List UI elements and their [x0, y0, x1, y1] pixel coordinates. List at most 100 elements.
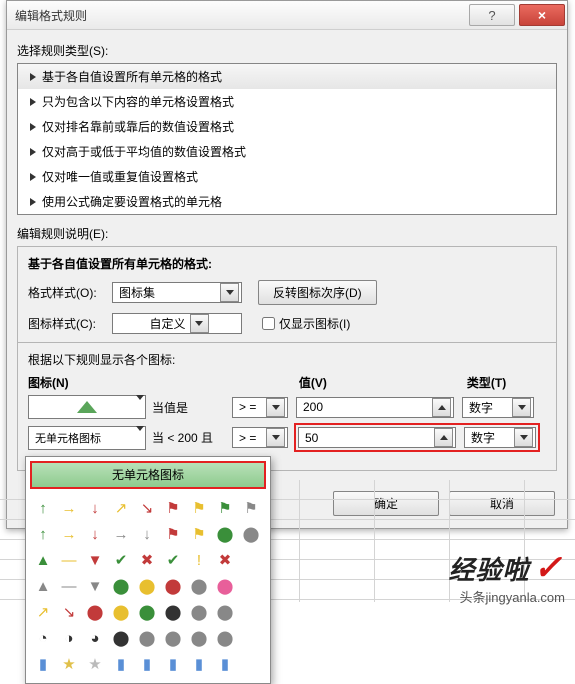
chevron-down-icon	[512, 398, 531, 417]
palette-icon[interactable]: ▮	[214, 653, 236, 675]
palette-icon[interactable]: ↗	[110, 497, 132, 519]
palette-icon[interactable]: ✔	[110, 549, 132, 571]
palette-icon[interactable]: ⬤	[136, 575, 158, 597]
palette-icon[interactable]: ★	[84, 653, 106, 675]
triangle-right-icon	[30, 148, 36, 156]
palette-icon[interactable]: ⬤	[162, 575, 184, 597]
palette-icon[interactable]: ▮	[32, 653, 54, 675]
icon-select-combo[interactable]: 无单元格图标	[28, 426, 146, 450]
rule-type-item[interactable]: 仅对排名靠前或靠后的数值设置格式	[18, 114, 556, 139]
help-button[interactable]: ?	[469, 4, 515, 26]
range-picker-icon[interactable]	[434, 428, 453, 447]
triangle-right-icon	[30, 198, 36, 206]
palette-icon[interactable]: ✖	[136, 549, 158, 571]
palette-icon[interactable]: ⬤	[110, 601, 132, 623]
palette-icon[interactable]: ↘	[58, 601, 80, 623]
palette-icon[interactable]: ▼	[84, 549, 106, 571]
close-button[interactable]: ×	[519, 4, 565, 26]
operator-combo[interactable]: > =	[232, 397, 288, 418]
palette-icon[interactable]	[240, 549, 262, 571]
type-combo[interactable]: 数字	[462, 397, 534, 418]
icon-palette-grid: ↑→↓↗↘⚑⚑⚑⚑↑→↓→↓⚑⚑⬤⬤▲—▼✔✖✔!✖▲—▼⬤⬤⬤⬤⬤↗↘⬤⬤⬤⬤…	[26, 493, 270, 683]
palette-icon[interactable]: →	[58, 497, 80, 519]
reverse-icon-order-button[interactable]: 反转图标次序(D)	[258, 280, 377, 305]
palette-icon[interactable]: ⬤	[214, 523, 236, 545]
rule-type-item[interactable]: 只为包含以下内容的单元格设置格式	[18, 89, 556, 114]
type-combo[interactable]: 数字	[464, 427, 536, 448]
palette-icon[interactable]: ↘	[136, 497, 158, 519]
rule-type-item[interactable]: 仅对唯一值或重复值设置格式	[18, 164, 556, 189]
rule-type-item[interactable]: 使用公式确定要设置格式的单元格	[18, 189, 556, 214]
palette-icon[interactable]: ◑	[58, 627, 80, 649]
palette-icon[interactable]: ⬤	[110, 627, 132, 649]
show-only-icon-checkbox[interactable]: 仅显示图标(I)	[258, 314, 350, 333]
palette-icon[interactable]: ◔	[32, 627, 54, 649]
palette-icon[interactable]: ▮	[162, 653, 184, 675]
format-style-combo[interactable]: 图标集	[112, 282, 242, 303]
value-input[interactable]: 50	[298, 427, 456, 448]
palette-icon[interactable]: —	[58, 549, 80, 571]
palette-icon[interactable]: ⬤	[136, 601, 158, 623]
value-input[interactable]: 200	[296, 397, 454, 418]
palette-icon[interactable]: ↓	[84, 497, 106, 519]
palette-icon[interactable]: →	[110, 523, 132, 545]
palette-icon[interactable]: ⬤	[162, 627, 184, 649]
condition-text: 当值是	[146, 399, 232, 416]
palette-icon[interactable]: ⬤	[110, 575, 132, 597]
palette-icon[interactable]: ⬤	[188, 601, 210, 623]
palette-icon[interactable]: ↗	[32, 601, 54, 623]
range-picker-icon[interactable]	[432, 398, 451, 417]
palette-icon[interactable]: ⚑	[162, 497, 184, 519]
palette-icon[interactable]: ⬤	[84, 601, 106, 623]
palette-icon[interactable]: ↑	[32, 497, 54, 519]
palette-icon[interactable]: ▲	[32, 575, 54, 597]
palette-icon[interactable]: ⬤	[214, 601, 236, 623]
rule-description-group: 基于各自值设置所有单元格的格式: 格式样式(O): 图标集 反转图标次序(D) …	[17, 246, 557, 471]
palette-icon[interactable]: →	[58, 523, 80, 545]
icon-rule-headers: 图标(N) 值(V) 类型(T)	[28, 374, 546, 391]
palette-icon[interactable]: ✖	[214, 549, 236, 571]
palette-icon[interactable]: ▲	[32, 549, 54, 571]
palette-icon[interactable]	[240, 575, 262, 597]
rule-type-list[interactable]: 基于各自值设置所有单元格的格式 只为包含以下内容的单元格设置格式 仅对排名靠前或…	[17, 63, 557, 215]
palette-icon[interactable]: ⬤	[136, 627, 158, 649]
chevron-down-icon	[266, 428, 285, 447]
palette-icon[interactable]: ⬤	[214, 575, 236, 597]
palette-icon[interactable]: ▮	[188, 653, 210, 675]
show-only-icon-input[interactable]	[262, 317, 275, 330]
palette-icon[interactable]: !	[188, 549, 210, 571]
palette-icon[interactable]: ⬤	[188, 575, 210, 597]
palette-icon[interactable]: ⚑	[240, 497, 262, 519]
palette-icon[interactable]: ✔	[162, 549, 184, 571]
palette-icon[interactable]	[240, 653, 262, 675]
palette-icon[interactable]: —	[58, 575, 80, 597]
palette-icon[interactable]: ▼	[84, 575, 106, 597]
palette-icon[interactable]	[240, 627, 262, 649]
palette-icon[interactable]: ⚑	[188, 497, 210, 519]
palette-icon[interactable]: ⚑	[214, 497, 236, 519]
icon-style-combo[interactable]: 自定义	[112, 313, 242, 334]
rule-type-item[interactable]: 基于各自值设置所有单元格的格式	[18, 64, 556, 89]
palette-icon[interactable]: ▮	[110, 653, 132, 675]
palette-icon[interactable]: ⬤	[214, 627, 236, 649]
palette-icon[interactable]: ◕	[84, 627, 106, 649]
palette-icon[interactable]: ★	[58, 653, 80, 675]
palette-icon[interactable]: ⚑	[162, 523, 184, 545]
rule-type-item[interactable]: 仅对高于或低于平均值的数值设置格式	[18, 139, 556, 164]
condition-text: 当 < 200 且	[146, 429, 232, 446]
palette-icon[interactable]: ↓	[84, 523, 106, 545]
checkmark-icon: ✓	[534, 548, 564, 588]
rule-type-label: 仅对唯一值或重复值设置格式	[42, 168, 198, 185]
no-cell-icon-option[interactable]: 无单元格图标	[30, 461, 266, 489]
palette-icon[interactable]: ⬤	[240, 523, 262, 545]
display-rule-label: 根据以下规则显示各个图标:	[28, 351, 546, 368]
icon-select-combo[interactable]	[28, 395, 146, 419]
palette-icon[interactable]	[240, 601, 262, 623]
palette-icon[interactable]: ↓	[136, 523, 158, 545]
palette-icon[interactable]: ↑	[32, 523, 54, 545]
palette-icon[interactable]: ▮	[136, 653, 158, 675]
palette-icon[interactable]: ⬤	[162, 601, 184, 623]
palette-icon[interactable]: ⬤	[188, 627, 210, 649]
operator-combo[interactable]: > =	[232, 427, 288, 448]
palette-icon[interactable]: ⚑	[188, 523, 210, 545]
